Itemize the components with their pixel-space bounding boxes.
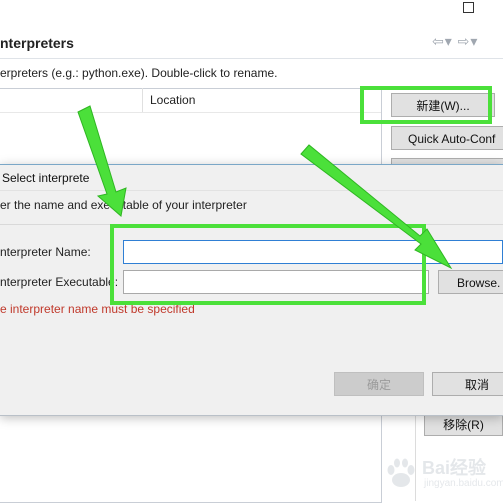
baidu-watermark: Bai经验 jingyan.baidu.com — [382, 452, 503, 496]
watermark-url: jingyan.baidu.com — [424, 478, 503, 489]
paw-logo-icon — [387, 458, 415, 487]
arrow-pointing-to-browse — [300, 144, 453, 270]
annotation-arrows — [77, 105, 453, 270]
arrow-pointing-to-inputs — [77, 105, 127, 217]
watermark-brand: Bai经验 — [422, 458, 487, 478]
